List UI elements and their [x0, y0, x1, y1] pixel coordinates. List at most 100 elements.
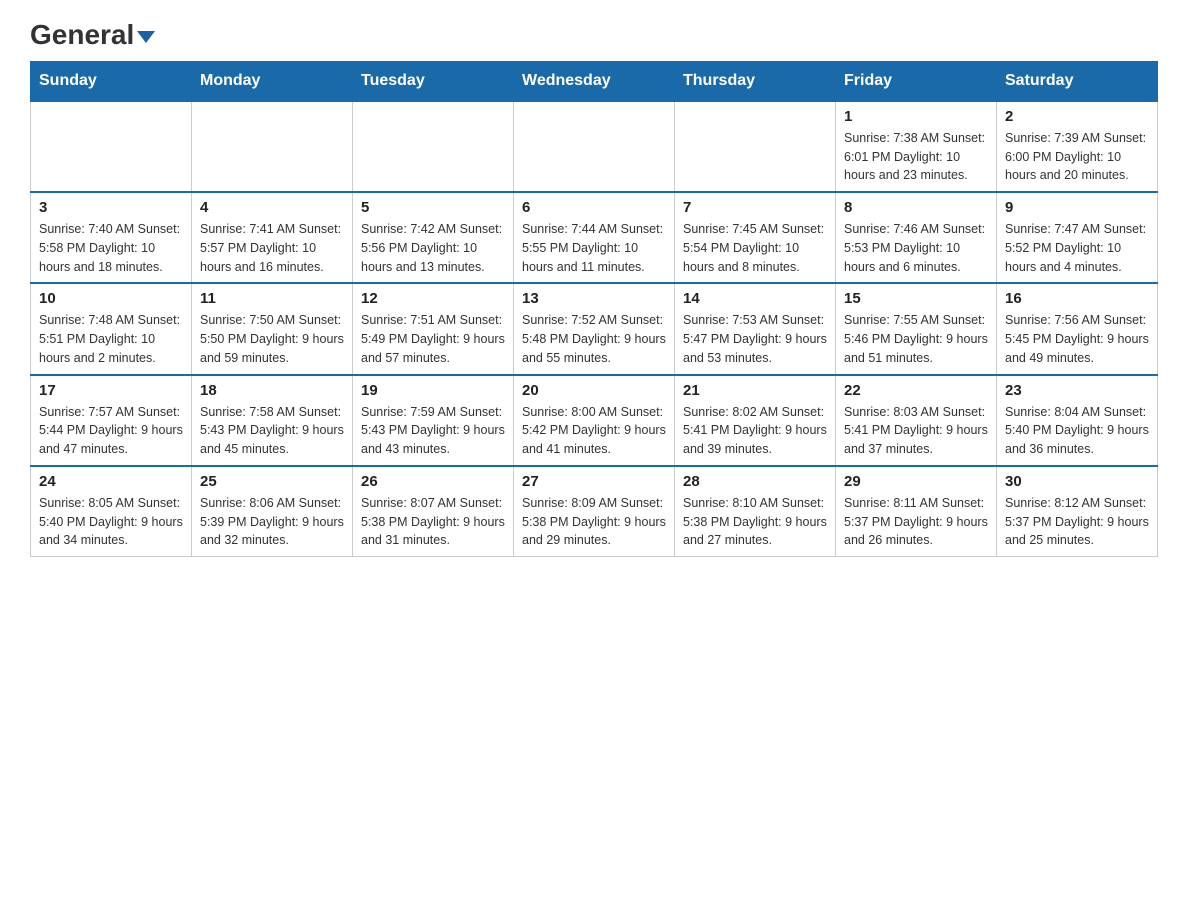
day-info: Sunrise: 7:52 AM Sunset: 5:48 PM Dayligh…	[522, 311, 666, 367]
calendar-cell: 12 Sunrise: 7:51 AM Sunset: 5:49 PM Dayli…	[353, 283, 514, 374]
day-info: Sunrise: 7:45 AM Sunset: 5:54 PM Dayligh…	[683, 220, 827, 276]
calendar-cell: 11 Sunrise: 7:50 AM Sunset: 5:50 PM Dayli…	[192, 283, 353, 374]
day-info: Sunrise: 7:58 AM Sunset: 5:43 PM Dayligh…	[200, 403, 344, 459]
day-info: Sunrise: 7:41 AM Sunset: 5:57 PM Dayligh…	[200, 220, 344, 276]
calendar-cell: 18 Sunrise: 7:58 AM Sunset: 5:43 PM Dayli…	[192, 375, 353, 466]
calendar-week-row: 17 Sunrise: 7:57 AM Sunset: 5:44 PM Dayli…	[31, 375, 1158, 466]
day-info: Sunrise: 7:40 AM Sunset: 5:58 PM Dayligh…	[39, 220, 183, 276]
day-number: 23	[1005, 382, 1149, 399]
calendar-cell: 29 Sunrise: 8:11 AM Sunset: 5:37 PM Dayli…	[836, 466, 997, 557]
day-number: 25	[200, 473, 344, 490]
day-info: Sunrise: 7:42 AM Sunset: 5:56 PM Dayligh…	[361, 220, 505, 276]
day-info: Sunrise: 8:03 AM Sunset: 5:41 PM Dayligh…	[844, 403, 988, 459]
calendar-cell: 1 Sunrise: 7:38 AM Sunset: 6:01 PM Daylig…	[836, 101, 997, 192]
calendar-cell: 7 Sunrise: 7:45 AM Sunset: 5:54 PM Daylig…	[675, 192, 836, 283]
calendar-header-sunday: Sunday	[31, 61, 192, 101]
calendar-cell: 26 Sunrise: 8:07 AM Sunset: 5:38 PM Dayli…	[353, 466, 514, 557]
day-number: 5	[361, 199, 505, 216]
day-info: Sunrise: 8:04 AM Sunset: 5:40 PM Dayligh…	[1005, 403, 1149, 459]
calendar-cell	[675, 101, 836, 192]
calendar-cell: 19 Sunrise: 7:59 AM Sunset: 5:43 PM Dayli…	[353, 375, 514, 466]
day-number: 19	[361, 382, 505, 399]
calendar-cell	[192, 101, 353, 192]
calendar-week-row: 10 Sunrise: 7:48 AM Sunset: 5:51 PM Dayli…	[31, 283, 1158, 374]
day-number: 26	[361, 473, 505, 490]
day-info: Sunrise: 7:47 AM Sunset: 5:52 PM Dayligh…	[1005, 220, 1149, 276]
calendar-cell: 5 Sunrise: 7:42 AM Sunset: 5:56 PM Daylig…	[353, 192, 514, 283]
day-number: 29	[844, 473, 988, 490]
calendar-cell: 3 Sunrise: 7:40 AM Sunset: 5:58 PM Daylig…	[31, 192, 192, 283]
day-number: 17	[39, 382, 183, 399]
calendar-cell	[514, 101, 675, 192]
calendar-cell: 22Sunrise: 8:03 AM Sunset: 5:41 PM Dayli…	[836, 375, 997, 466]
day-number: 2	[1005, 108, 1149, 125]
day-info: Sunrise: 7:46 AM Sunset: 5:53 PM Dayligh…	[844, 220, 988, 276]
day-info: Sunrise: 7:59 AM Sunset: 5:43 PM Dayligh…	[361, 403, 505, 459]
day-number: 6	[522, 199, 666, 216]
day-number: 9	[1005, 199, 1149, 216]
day-number: 12	[361, 290, 505, 307]
day-info: Sunrise: 7:57 AM Sunset: 5:44 PM Dayligh…	[39, 403, 183, 459]
day-info: Sunrise: 8:05 AM Sunset: 5:40 PM Dayligh…	[39, 494, 183, 550]
day-number: 28	[683, 473, 827, 490]
logo-top: General	[30, 20, 155, 51]
calendar-cell: 23 Sunrise: 8:04 AM Sunset: 5:40 PM Dayli…	[997, 375, 1158, 466]
calendar-cell: 27 Sunrise: 8:09 AM Sunset: 5:38 PM Dayli…	[514, 466, 675, 557]
day-number: 18	[200, 382, 344, 399]
day-info: Sunrise: 8:07 AM Sunset: 5:38 PM Dayligh…	[361, 494, 505, 550]
calendar-week-row: 3 Sunrise: 7:40 AM Sunset: 5:58 PM Daylig…	[31, 192, 1158, 283]
day-number: 16	[1005, 290, 1149, 307]
day-number: 11	[200, 290, 344, 307]
day-number: 30	[1005, 473, 1149, 490]
calendar-header-thursday: Thursday	[675, 61, 836, 101]
calendar-cell: 17 Sunrise: 7:57 AM Sunset: 5:44 PM Dayli…	[31, 375, 192, 466]
day-number: 14	[683, 290, 827, 307]
day-info: Sunrise: 7:38 AM Sunset: 6:01 PM Dayligh…	[844, 129, 988, 185]
day-info: Sunrise: 8:09 AM Sunset: 5:38 PM Dayligh…	[522, 494, 666, 550]
day-number: 7	[683, 199, 827, 216]
calendar-week-row: 24 Sunrise: 8:05 AM Sunset: 5:40 PM Dayli…	[31, 466, 1158, 557]
day-number: 20	[522, 382, 666, 399]
calendar-cell: 10 Sunrise: 7:48 AM Sunset: 5:51 PM Dayli…	[31, 283, 192, 374]
calendar-cell: 13 Sunrise: 7:52 AM Sunset: 5:48 PM Dayli…	[514, 283, 675, 374]
calendar-cell: 14Sunrise: 7:53 AM Sunset: 5:47 PM Dayli…	[675, 283, 836, 374]
day-info: Sunrise: 7:56 AM Sunset: 5:45 PM Dayligh…	[1005, 311, 1149, 367]
day-info: Sunrise: 8:11 AM Sunset: 5:37 PM Dayligh…	[844, 494, 988, 550]
calendar-week-row: 1 Sunrise: 7:38 AM Sunset: 6:01 PM Daylig…	[31, 101, 1158, 192]
day-number: 10	[39, 290, 183, 307]
day-number: 4	[200, 199, 344, 216]
calendar-header-saturday: Saturday	[997, 61, 1158, 101]
day-number: 24	[39, 473, 183, 490]
day-number: 13	[522, 290, 666, 307]
calendar-cell: 21Sunrise: 8:02 AM Sunset: 5:41 PM Dayli…	[675, 375, 836, 466]
day-info: Sunrise: 7:48 AM Sunset: 5:51 PM Dayligh…	[39, 311, 183, 367]
day-info: Sunrise: 8:02 AM Sunset: 5:41 PM Dayligh…	[683, 403, 827, 459]
logo-triangle-icon	[137, 31, 155, 43]
calendar-cell: 20 Sunrise: 8:00 AM Sunset: 5:42 PM Dayli…	[514, 375, 675, 466]
day-info: Sunrise: 7:55 AM Sunset: 5:46 PM Dayligh…	[844, 311, 988, 367]
calendar-header-tuesday: Tuesday	[353, 61, 514, 101]
day-info: Sunrise: 8:00 AM Sunset: 5:42 PM Dayligh…	[522, 403, 666, 459]
calendar-cell: 2Sunrise: 7:39 AM Sunset: 6:00 PM Daylig…	[997, 101, 1158, 192]
calendar-cell: 16 Sunrise: 7:56 AM Sunset: 5:45 PM Dayli…	[997, 283, 1158, 374]
calendar-header-wednesday: Wednesday	[514, 61, 675, 101]
calendar-cell: 30 Sunrise: 8:12 AM Sunset: 5:37 PM Dayli…	[997, 466, 1158, 557]
calendar-cell: 28 Sunrise: 8:10 AM Sunset: 5:38 PM Dayli…	[675, 466, 836, 557]
calendar-cell: 9 Sunrise: 7:47 AM Sunset: 5:52 PM Daylig…	[997, 192, 1158, 283]
day-info: Sunrise: 8:06 AM Sunset: 5:39 PM Dayligh…	[200, 494, 344, 550]
day-info: Sunrise: 8:10 AM Sunset: 5:38 PM Dayligh…	[683, 494, 827, 550]
calendar-cell: 4 Sunrise: 7:41 AM Sunset: 5:57 PM Daylig…	[192, 192, 353, 283]
calendar-cell	[353, 101, 514, 192]
day-info: Sunrise: 7:50 AM Sunset: 5:50 PM Dayligh…	[200, 311, 344, 367]
calendar-cell: 8 Sunrise: 7:46 AM Sunset: 5:53 PM Daylig…	[836, 192, 997, 283]
day-info: Sunrise: 7:51 AM Sunset: 5:49 PM Dayligh…	[361, 311, 505, 367]
day-info: Sunrise: 7:44 AM Sunset: 5:55 PM Dayligh…	[522, 220, 666, 276]
calendar-header-friday: Friday	[836, 61, 997, 101]
day-info: Sunrise: 8:12 AM Sunset: 5:37 PM Dayligh…	[1005, 494, 1149, 550]
day-number: 8	[844, 199, 988, 216]
day-number: 3	[39, 199, 183, 216]
page-header: General	[30, 20, 1158, 51]
day-number: 1	[844, 108, 988, 125]
day-number: 27	[522, 473, 666, 490]
calendar-header-row: SundayMondayTuesdayWednesdayThursdayFrid…	[31, 61, 1158, 101]
